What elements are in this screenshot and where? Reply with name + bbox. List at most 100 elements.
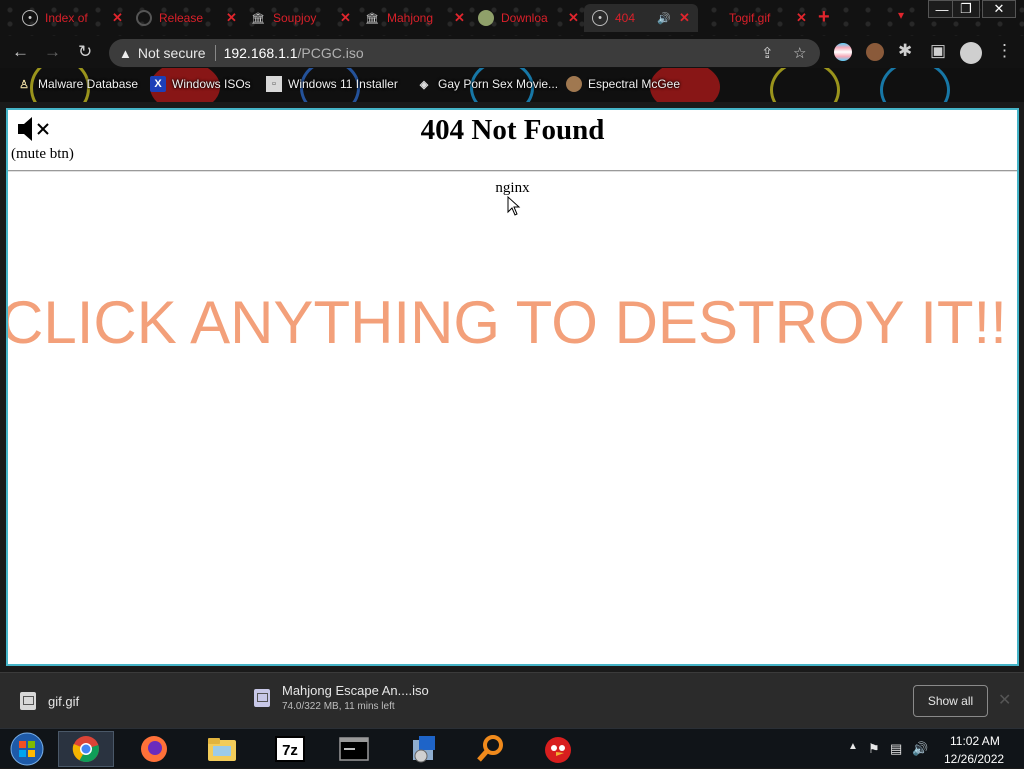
image-file-icon xyxy=(20,692,36,710)
flag-icon[interactable]: ⚑ xyxy=(868,741,880,757)
extension-flag-icon[interactable] xyxy=(834,43,852,61)
mouse-pointer-icon xyxy=(507,196,521,216)
bookmark-label: Windows ISOs xyxy=(172,77,251,91)
bookmark-windows-11-installer[interactable]: ▫ Windows 11 Installer xyxy=(266,76,398,92)
address-bar[interactable]: ▲ Not secure 192.168.1.1 /PCGC.iso ⇪ ☆ xyxy=(109,39,820,67)
taskbar-search-tool[interactable] xyxy=(462,731,518,767)
tab-label: Togif.gif xyxy=(729,11,771,25)
download-progress-text: 74.0/322 MB, 11 mins left xyxy=(282,701,395,712)
avatar-icon xyxy=(478,10,494,26)
image-icon: ▫ xyxy=(266,76,282,92)
download-item[interactable]: gif.gif xyxy=(20,692,79,710)
puzzle-icon[interactable]: ✱ xyxy=(898,41,912,61)
tab-label: Release xyxy=(159,11,204,25)
bookmark-site[interactable]: ◈ Gay Porn Sex Movie... xyxy=(416,76,558,92)
speaker-icon[interactable]: 🔊 xyxy=(656,10,672,26)
tab-release[interactable]: Release ✕ xyxy=(128,4,245,32)
start-button[interactable] xyxy=(0,731,54,767)
page-title: 404 Not Found xyxy=(420,114,605,146)
taskbar-file-explorer[interactable] xyxy=(194,731,250,767)
github-icon xyxy=(136,10,152,26)
blank-icon xyxy=(706,10,722,26)
clock-date[interactable]: 12/26/2022 xyxy=(944,752,1004,766)
museum-icon: 🏛 xyxy=(251,12,265,25)
page-viewport: (mute btn) 404 Not Found nginx CLICK ANY… xyxy=(6,108,1019,666)
taskbar-installer[interactable] xyxy=(396,731,452,767)
bookmark-label: Espectral McGee xyxy=(588,77,681,91)
forward-arrow-icon[interactable]: → xyxy=(44,42,61,62)
close-icon[interactable]: ✕ xyxy=(340,10,351,26)
new-tab-button[interactable]: + xyxy=(818,6,830,29)
close-icon[interactable]: ✕ xyxy=(568,10,579,26)
close-icon[interactable]: ✕ xyxy=(679,10,690,26)
theme-decoration xyxy=(880,68,950,102)
tab-404[interactable]: • 404 🔊 ✕ xyxy=(584,4,698,32)
security-status[interactable]: Not secure xyxy=(138,45,206,61)
close-icon[interactable]: ✕ xyxy=(998,690,1011,710)
maximize-button[interactable]: ❐ xyxy=(952,0,980,18)
sidebar-icon[interactable]: ▣ xyxy=(930,41,946,61)
taskbar: 7z ▲ ⚑ ▤ 🔊 11:02 AM 12/26/2022 xyxy=(0,728,1024,768)
download-item[interactable]: Mahjong Escape An....iso 74.0/322 MB, 11… xyxy=(254,683,429,712)
star-icon[interactable]: ☆ xyxy=(793,44,806,62)
close-icon[interactable]: ✕ xyxy=(454,10,465,26)
menu-icon[interactable]: ⋮ xyxy=(996,41,1013,61)
chevron-down-icon[interactable]: ▾ xyxy=(898,8,904,22)
browser-toolbar: ← → ↻ ▲ Not secure 192.168.1.1 /PCGC.iso… xyxy=(0,36,1024,68)
close-icon[interactable]: ✕ xyxy=(112,10,123,26)
bookmark-label: Malware Database xyxy=(38,77,139,91)
bookmark-windows-isos[interactable]: X Windows ISOs xyxy=(150,76,251,92)
close-window-button[interactable]: ✕ xyxy=(982,0,1016,18)
clock-time[interactable]: 11:02 AM xyxy=(950,734,1000,748)
tab-label: Mahjong xyxy=(387,11,434,25)
tab-label: 404 xyxy=(615,11,636,25)
download-filename: gif.gif xyxy=(48,693,80,709)
volume-icon[interactable]: 🔊 xyxy=(912,741,928,757)
globe-icon: • xyxy=(592,10,608,26)
tab-index-of[interactable]: • Index of ✕ xyxy=(14,4,131,32)
x-logo-icon: X xyxy=(150,76,166,92)
tab-mahjong[interactable]: 🏛 Mahjong ✕ xyxy=(356,4,473,32)
tab-download[interactable]: Downloa ✕ xyxy=(470,4,587,32)
tab-soupjoy[interactable]: 🏛 Soupjoy ✕ xyxy=(242,4,359,32)
network-icon[interactable]: ▤ xyxy=(890,741,902,757)
profile-avatar-icon[interactable] xyxy=(960,42,982,64)
bookmarks-bar: ♙ Malware Database X Windows ISOs ▫ Wind… xyxy=(0,68,1024,102)
back-arrow-icon[interactable]: ← xyxy=(12,42,29,62)
close-icon[interactable]: ✕ xyxy=(226,10,237,26)
server-name: nginx xyxy=(495,180,530,196)
taskbar-7zip[interactable]: 7z xyxy=(262,731,318,767)
site-icon: ◈ xyxy=(419,78,429,91)
url-path[interactable]: /PCGC.iso xyxy=(298,45,364,61)
taskbar-firefox[interactable] xyxy=(126,731,182,767)
theme-decoration xyxy=(770,68,840,102)
avatar-icon xyxy=(566,76,582,92)
disc-file-icon xyxy=(254,688,270,707)
divider xyxy=(214,45,216,61)
angry-bird-icon xyxy=(545,737,571,763)
url-host[interactable]: 192.168.1.1 xyxy=(224,45,298,61)
bookmark-malware-database[interactable]: ♙ Malware Database xyxy=(16,76,138,92)
person-icon: ♙ xyxy=(19,78,29,91)
extension-avatar-icon[interactable] xyxy=(866,43,884,61)
share-icon[interactable]: ⇪ xyxy=(761,44,774,62)
warning-icon[interactable]: ▲ xyxy=(119,46,132,61)
bookmark-label: Windows 11 Installer xyxy=(288,77,398,91)
show-all-button[interactable]: Show all xyxy=(913,685,988,717)
close-icon[interactable]: ✕ xyxy=(796,10,807,26)
taskbar-command-prompt[interactable] xyxy=(326,731,382,767)
download-filename: Mahjong Escape An....iso xyxy=(282,683,429,698)
svg-text:7z: 7z xyxy=(282,742,298,759)
terminal-icon xyxy=(339,737,369,761)
taskbar-chrome[interactable] xyxy=(58,731,114,767)
reload-icon[interactable]: ↻ xyxy=(78,42,92,62)
tab-label: Index of xyxy=(45,11,88,25)
museum-icon: 🏛 xyxy=(365,12,379,25)
bookmark-label: Gay Porn Sex Movie... xyxy=(438,77,559,91)
taskbar-angry-birds[interactable] xyxy=(530,731,586,767)
bookmark-espectral-mcgee[interactable]: Espectral McGee xyxy=(566,76,680,92)
chevron-up-icon[interactable]: ▲ xyxy=(848,741,858,752)
folder-icon xyxy=(208,738,236,761)
tab-togif[interactable]: Togif.gif ✕ xyxy=(698,4,815,32)
overlay-warning-text[interactable]: CLICK ANYTHING TO DESTROY IT!! xyxy=(8,288,1007,357)
